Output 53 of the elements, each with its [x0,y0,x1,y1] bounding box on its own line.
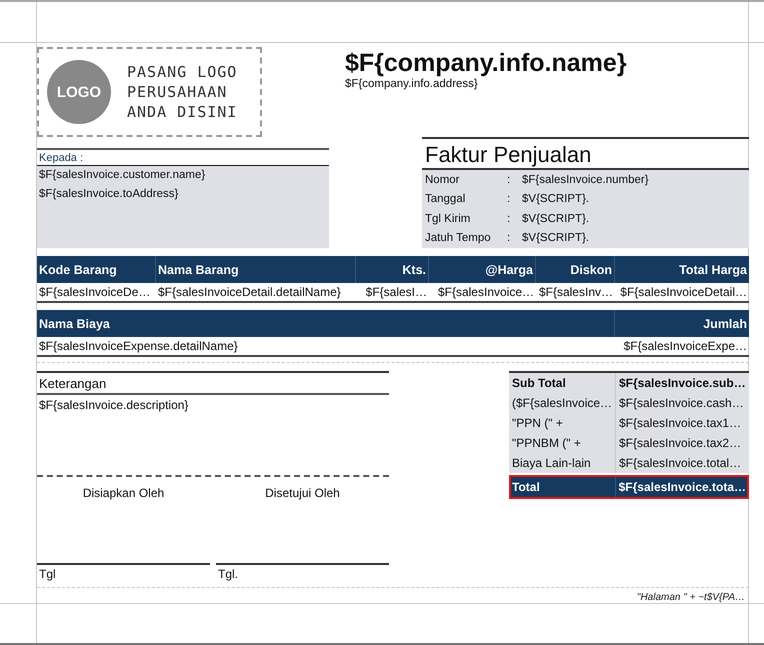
table-cell-text: $F{salesInvoiceExpe… [622,338,748,355]
field-value: $V{SCRIPT}. [522,232,590,244]
date-label: Tgl. [218,567,238,581]
table-cell-text: $F{salesInvoiceDetail.detailName} [157,284,342,301]
field-value: $F{salesInvoice.number} [522,174,649,186]
field-label: Tgl Kirim [424,212,472,225]
summary-value: $F{salesInvoice.tax1… [619,416,742,430]
notes-value: $F{salesInvoice.description} [39,398,188,412]
field-label: Jatuh Tempo [424,232,492,244]
table-cell-text: $F{salesI… [364,284,428,301]
summary-label: Biaya Lain-lain [512,456,591,470]
summary-value: $F{salesInvoice.cash… [619,396,744,410]
field-separator: : [507,232,512,244]
table-cell-text: $F{salesInvoiceDe… [38,284,152,301]
recipient-field: $F{salesInvoice.toAddress} [37,185,329,204]
company-name: $F{company.info.name} [345,49,628,78]
table-cell-text: $F{salesInvoiceExpense.detailName} [38,338,239,355]
column-header: Total Harga [678,262,748,279]
recipient-field: $F{salesInvoice.customer.name} [37,166,329,185]
field-separator: : [507,174,512,186]
column-header: Nama Biaya [37,310,615,337]
table-cell-text: $F{salesInv… [538,284,614,301]
summary-label: Sub Total [512,376,566,390]
field-value: $V{SCRIPT}. [522,212,590,225]
column-header: Nama Barang [156,256,356,283]
field-separator: : [507,193,512,206]
summary-value: $F{salesInvoice.sub… [619,376,746,390]
summary-label: Total [512,480,540,494]
summary-label: "PPNBM (" + [512,436,581,450]
summary-value: $F{salesInvoice.total… [619,456,742,470]
field-separator: : [507,212,512,225]
logo-placeholder-text: PASANG LOGO PERUSAHAAN ANDA DISINI [127,62,238,122]
field-label: Nomor [424,174,461,186]
table-cell-text: $F{salesInvoice… [436,284,535,301]
column-header: @Harga [429,256,536,283]
logo-mark: LOGO [47,60,111,124]
date-label: Tgl [39,567,56,581]
signature-title: Disetujui Oleh [265,486,340,500]
summary-label: ($F{salesInvoice… [512,396,612,410]
signature-title: Disiapkan Oleh [82,486,164,500]
page-number: "Halaman " + ~t$V{PA… [636,592,745,603]
company-address: $F{company.info.address} [345,78,479,90]
notes-title: Keterangan [37,373,389,395]
column-header: Diskon [536,256,615,283]
summary-value: $F{salesInvoice.tax2… [619,436,742,450]
column-header: Kode Barang [37,256,156,283]
field-label: Tanggal [424,193,466,206]
field-value: $V{SCRIPT}. [522,193,590,206]
table-cell-text: $F{salesInvoiceDetail… [619,284,748,301]
summary-value: $F{salesInvoice.tota… [618,480,746,494]
summary-label: "PPN (" + [512,416,563,430]
column-header: Kts. [356,256,429,283]
column-header: Jumlah [702,316,748,332]
